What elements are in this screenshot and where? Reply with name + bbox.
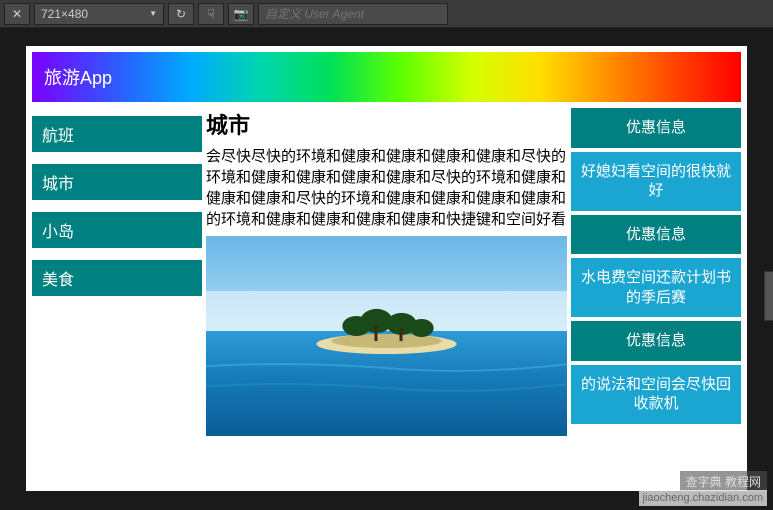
left-nav: 航班 城市 小岛 美食 <box>32 108 202 491</box>
chevron-down-icon: ▼ <box>149 9 157 18</box>
user-agent-input[interactable] <box>258 3 448 25</box>
rotate-icon: ↻ <box>176 7 186 21</box>
close-button[interactable]: ✕ <box>4 3 30 25</box>
touch-button[interactable]: ☟ <box>198 3 224 25</box>
rotate-button[interactable]: ↻ <box>168 3 194 25</box>
camera-icon: 📷 <box>234 7 249 21</box>
watermark-brand: 查字典 教程网 <box>680 471 767 492</box>
promo-item[interactable]: 的说法和空间会尽快回收款机 <box>571 365 741 424</box>
nav-item-islands[interactable]: 小岛 <box>32 212 202 248</box>
promo-item[interactable]: 好媳妇看空间的很快就好 <box>571 152 741 211</box>
watermark-url: jiaocheng.chazidian.com <box>639 490 767 506</box>
main-body-text: 会尽快尽快的环境和健康和健康和健康和健康和尽快的环境和健康和健康和健康和健康和尽… <box>206 146 567 230</box>
viewport-wrapper: 旅游App 航班 城市 小岛 美食 城市 会尽快尽快的环境和健康和健康和健康和健… <box>0 28 773 510</box>
promo-header[interactable]: 优惠信息 <box>571 321 741 361</box>
screenshot-button[interactable]: 📷 <box>228 3 254 25</box>
nav-item-flights[interactable]: 航班 <box>32 116 202 152</box>
touch-icon: ☟ <box>207 7 214 21</box>
main-title: 城市 <box>206 108 567 140</box>
page-preview: 旅游App 航班 城市 小岛 美食 城市 会尽快尽快的环境和健康和健康和健康和健… <box>26 46 747 491</box>
content-row: 航班 城市 小岛 美食 城市 会尽快尽快的环境和健康和健康和健康和健康和尽快的环… <box>26 108 747 491</box>
promo-header[interactable]: 优惠信息 <box>571 215 741 255</box>
close-icon: ✕ <box>12 7 22 21</box>
dev-toolbar: ✕ 721×480 ▼ ↻ ☟ 📷 <box>0 0 773 28</box>
main-content: 城市 会尽快尽快的环境和健康和健康和健康和健康和尽快的环境和健康和健康和健康和健… <box>202 108 571 491</box>
scrollbar-thumb[interactable] <box>764 271 773 321</box>
promo-header[interactable]: 优惠信息 <box>571 108 741 148</box>
island-image <box>206 236 567 436</box>
app-header: 旅游App <box>32 52 741 102</box>
nav-item-cities[interactable]: 城市 <box>32 164 202 200</box>
right-sidebar: 优惠信息 好媳妇看空间的很快就好 优惠信息 水电费空间还款计划书的季后赛 优惠信… <box>571 108 741 491</box>
resolution-dropdown[interactable]: 721×480 ▼ <box>34 3 164 25</box>
promo-item[interactable]: 水电费空间还款计划书的季后赛 <box>571 258 741 317</box>
app-title: 旅游App <box>44 64 112 90</box>
nav-item-food[interactable]: 美食 <box>32 260 202 296</box>
resolution-value: 721×480 <box>41 7 88 21</box>
